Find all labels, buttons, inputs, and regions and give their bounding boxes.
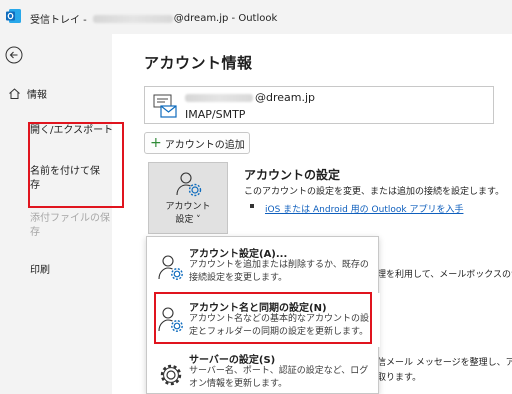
background-text-1: 理を利用して、メールボックスのサイ: [377, 270, 512, 280]
account-settings-label-line1: アカウント: [165, 202, 211, 212]
page-title: アカウント情報: [144, 54, 253, 72]
window-title: 受信トレイ - @dream.jp - Outlook: [30, 11, 277, 26]
outlook-app-icon: [6, 9, 21, 23]
bullet: [250, 204, 254, 208]
highlight-account-name-sync: [154, 292, 372, 344]
back-arrow-icon[interactable]: [5, 46, 23, 64]
nav-item-save-attachments-line1: 添付ファイルの保: [30, 213, 110, 224]
background-text-2: 信メール メッセージを整理し、アイ: [377, 358, 512, 368]
add-account-label: アカウントの追加: [164, 139, 245, 151]
account-settings-icon: [176, 172, 202, 197]
account-email: @dream.jp: [185, 91, 315, 104]
nav-item-info[interactable]: 情報: [8, 86, 47, 101]
title-bar: 受信トレイ - @dream.jp - Outlook: [0, 0, 512, 34]
add-account-button[interactable]: + アカウントの追加: [144, 132, 250, 154]
redacted-username: [185, 93, 253, 102]
menu-item-title: アカウント設定(A)...: [189, 249, 288, 260]
menu-item-title: サーバーの設定(S): [189, 355, 276, 366]
plus-icon: +: [150, 135, 162, 151]
background-text-3: 取ります。: [377, 373, 422, 383]
gear-icon: [160, 364, 182, 386]
redacted-username: [92, 14, 173, 23]
highlight-account-settings-button: [28, 122, 124, 208]
account-type: IMAP/SMTP: [185, 108, 246, 121]
account-settings-label-line2: 設定 ˅: [175, 215, 201, 225]
mail-account-icon: [153, 94, 177, 118]
backstage-nav: 情報 開く/エクスポート 名前を付けて保 存 添付ファイルの保 存 印刷: [0, 34, 113, 394]
outlook-window: 受信トレイ - @dream.jp - Outlook 情報 開く/エクスポート…: [0, 0, 512, 394]
menu-item-description: サーバー名、ポート、認証の設定など、ログオン情報を更新します。: [189, 366, 369, 389]
home-icon: [9, 88, 20, 99]
mobile-app-link[interactable]: iOS または Android 用の Outlook アプリを入手: [265, 202, 463, 215]
nav-item-info-label: 情報: [27, 90, 47, 101]
menu-item-account-settings[interactable]: アカウント設定(A)... アカウントを追加または削除するか、既存の接続設定を変…: [147, 237, 380, 293]
nav-item-save-attachments-line2: 存: [30, 227, 40, 238]
section-title: アカウントの設定: [244, 168, 341, 182]
title-app-name: Outlook: [238, 13, 278, 24]
account-settings-button[interactable]: アカウント 設定 ˅: [148, 162, 228, 234]
account-settings-icon: [158, 255, 183, 280]
title-email-domain: @dream.jp: [173, 13, 229, 24]
section-description: このアカウントの設定を変更、または追加の接続を設定します。: [244, 187, 505, 197]
title-separator: -: [228, 13, 239, 24]
account-email-domain: @dream.jp: [255, 91, 316, 104]
account-selector[interactable]: @dream.jp IMAP/SMTP: [144, 86, 494, 124]
nav-item-save-attachments: 添付ファイルの保 存: [30, 212, 110, 240]
menu-item-description: アカウントを追加または削除するか、既存の接続設定を変更します。: [189, 260, 369, 283]
nav-item-print[interactable]: 印刷: [30, 261, 50, 276]
menu-item-server-settings[interactable]: サーバーの設定(S) サーバー名、ポート、認証の設定など、ログオン情報を更新しま…: [147, 347, 380, 394]
title-folder: 受信トレイ -: [30, 15, 87, 26]
